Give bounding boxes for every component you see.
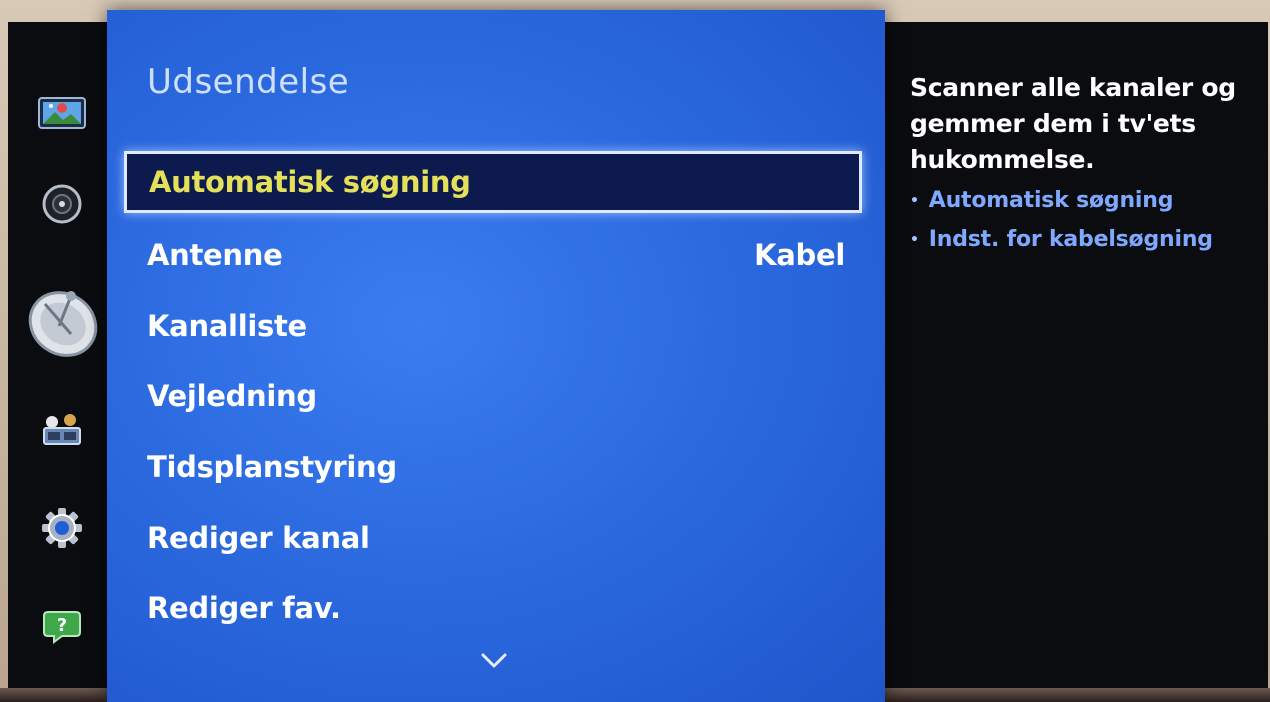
menu-item-label: Tidsplanstyring (147, 450, 397, 484)
bullet-icon: • (910, 192, 919, 209)
menu-item-tidsplanstyring[interactable]: Tidsplanstyring (147, 445, 847, 489)
help-link-automatisk-sogning[interactable]: • Automatisk søgning (910, 188, 1240, 213)
bullet-icon: • (910, 231, 919, 248)
broadcast-menu-panel: Udsendelse Automatisk søgning Antenne Ka… (107, 10, 885, 702)
menu-item-automatisk-sogning[interactable]: Automatisk søgning (124, 151, 862, 213)
menu-item-rediger-fav[interactable]: Rediger fav. (147, 586, 847, 630)
network-icon[interactable] (22, 400, 102, 460)
settings-gear-icon[interactable] (22, 498, 102, 558)
menu-item-label: Antenne (147, 238, 283, 272)
help-link-kabelsogning[interactable]: • Indst. for kabelsøgning (910, 227, 1240, 252)
help-link-label: Indst. for kabelsøgning (928, 227, 1213, 252)
help-panel: Scanner alle kanaler og gemmer dem i tv'… (910, 70, 1240, 252)
menu-item-value: Kabel (754, 238, 845, 272)
menu-item-kanalliste[interactable]: Kanalliste (147, 304, 847, 348)
svg-text:?: ? (57, 615, 67, 636)
menu-item-antenne[interactable]: Antenne Kabel (147, 233, 847, 277)
menu-item-vejledning[interactable]: Vejledning (147, 374, 847, 418)
menu-item-rediger-kanal[interactable]: Rediger kanal (147, 516, 847, 560)
help-description-line: Scanner alle kanaler og (910, 73, 1236, 102)
help-link-label: Automatisk søgning (928, 188, 1174, 213)
menu-item-label: Automatisk søgning (149, 165, 471, 199)
broadcast-satellite-icon[interactable] (22, 278, 102, 368)
menu-item-label: Rediger kanal (147, 521, 370, 555)
help-description-line: hukommelse. (910, 145, 1095, 174)
panel-title: Udsendelse (147, 62, 350, 102)
menu-item-label: Rediger fav. (147, 591, 341, 625)
menu-item-label: Vejledning (147, 379, 317, 413)
help-description-line: gemmer dem i tv'ets (910, 109, 1196, 138)
menu-sidebar: ? (22, 22, 102, 688)
menu-item-label: Kanalliste (147, 309, 307, 343)
help-description: Scanner alle kanaler og gemmer dem i tv'… (910, 70, 1240, 178)
support-help-icon[interactable]: ? (22, 596, 102, 656)
sound-icon[interactable] (22, 174, 102, 234)
picture-icon[interactable] (22, 82, 102, 142)
chevron-down-icon[interactable] (479, 648, 509, 674)
